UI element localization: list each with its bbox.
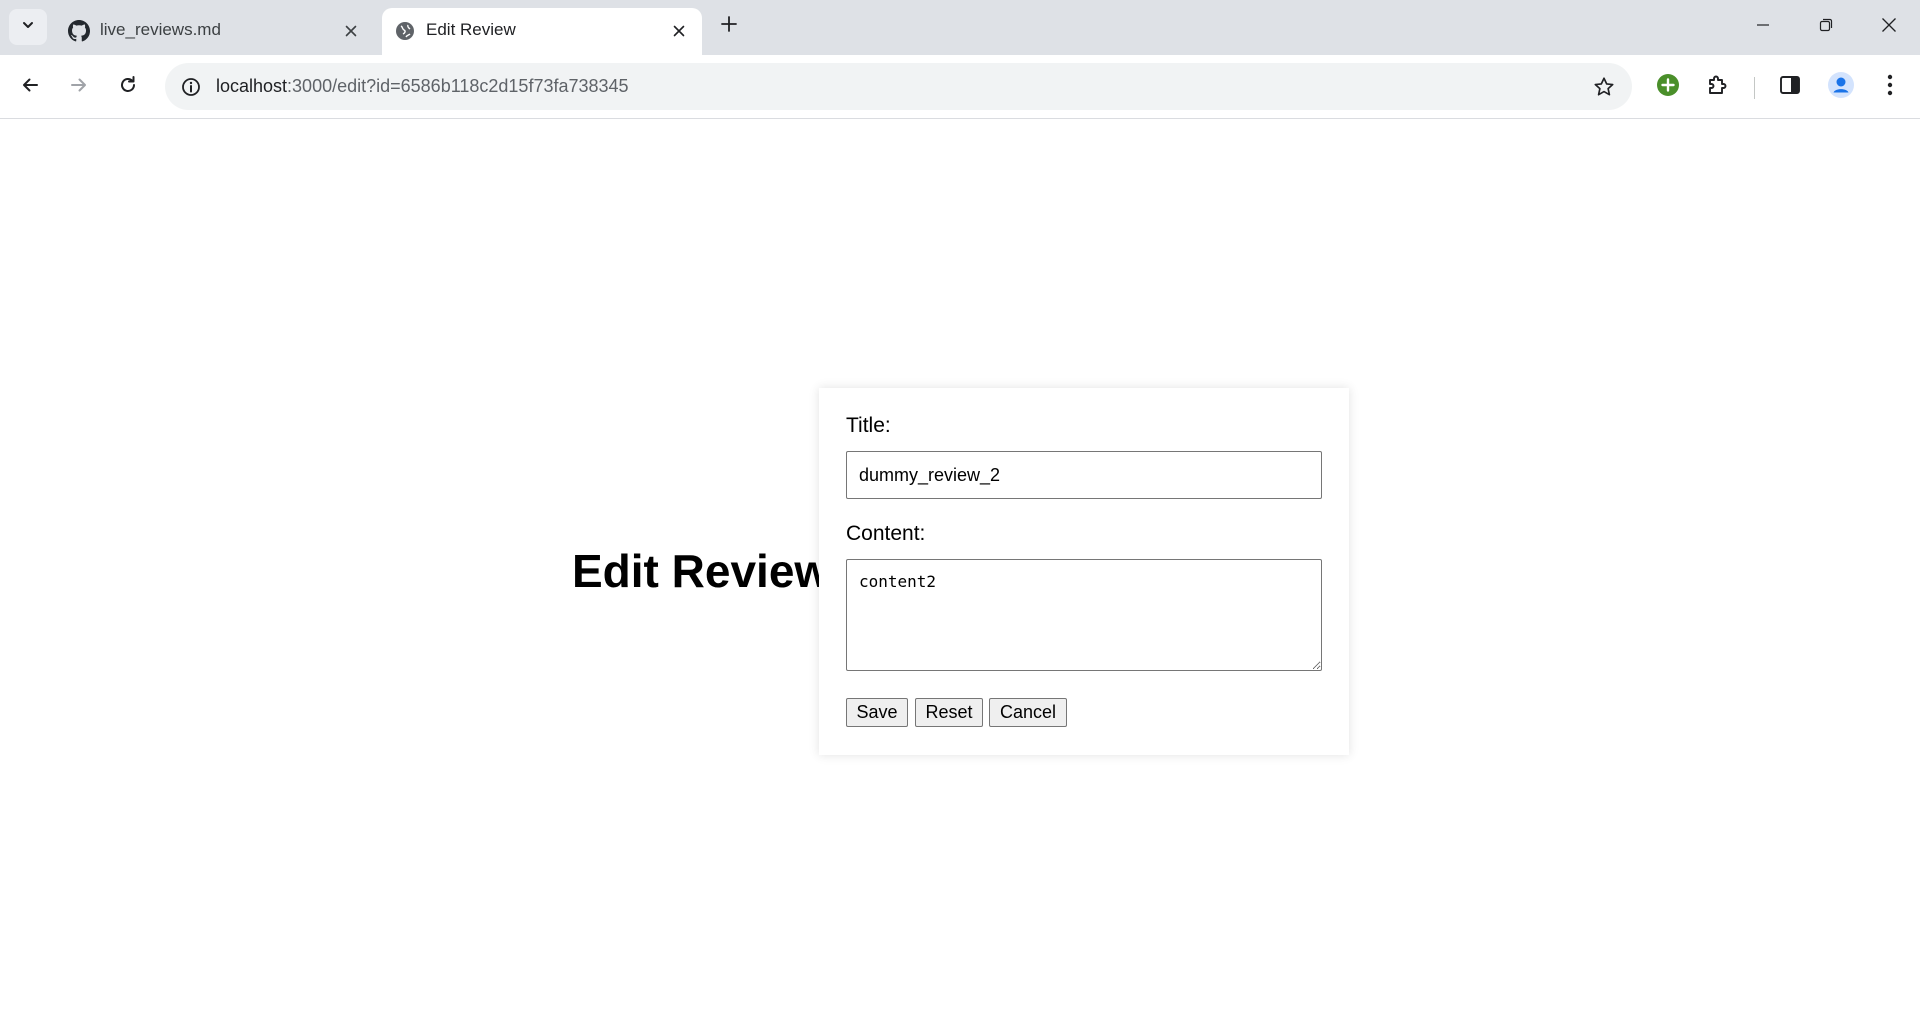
close-icon[interactable] [668, 20, 690, 42]
minimize-icon [1756, 18, 1770, 37]
restore-button[interactable] [1795, 0, 1857, 55]
bookmark-star-icon[interactable] [1590, 73, 1618, 101]
reset-button[interactable]: Reset [915, 698, 983, 727]
url-host: localhost [216, 76, 288, 96]
close-window-button[interactable] [1858, 0, 1920, 55]
cancel-button[interactable]: Cancel [989, 698, 1067, 727]
edit-review-form: Title: Content: content2 Save Reset Canc… [819, 388, 1349, 755]
chevron-down-icon [21, 18, 35, 37]
minimize-button[interactable] [1732, 0, 1794, 55]
url-text: localhost:3000/edit?id=6586b118c2d15f73f… [216, 76, 629, 97]
content-textarea[interactable]: content2 [846, 559, 1322, 671]
extension-add-button[interactable] [1650, 69, 1686, 105]
back-button[interactable] [12, 69, 48, 105]
new-tab-button[interactable] [714, 11, 744, 41]
arrow-left-icon [20, 75, 40, 100]
github-icon [68, 20, 90, 42]
add-circle-icon [1656, 73, 1680, 102]
tab-title: Edit Review [426, 20, 516, 39]
side-panel-icon [1779, 74, 1801, 101]
arrow-right-icon [69, 75, 89, 100]
menu-button[interactable] [1872, 69, 1908, 105]
browser-toolbar: localhost:3000/edit?id=6586b118c2d15f73f… [0, 55, 1920, 119]
address-bar[interactable]: localhost:3000/edit?id=6586b118c2d15f73f… [165, 63, 1632, 110]
title-input[interactable] [846, 451, 1322, 499]
avatar-icon [1827, 71, 1855, 104]
content-label: Content: [846, 522, 926, 545]
title-label: Title: [846, 414, 891, 437]
toolbar-divider [1754, 77, 1755, 99]
reload-button[interactable] [110, 69, 146, 105]
tab-strip: live_reviews.md Edit Review [0, 0, 1920, 55]
puzzle-icon [1706, 73, 1730, 102]
tab-edit-review[interactable]: Edit Review [382, 8, 702, 55]
tab-search-button[interactable] [9, 9, 47, 45]
page-title: Edit Review [572, 545, 831, 597]
more-vertical-icon [1887, 74, 1893, 101]
reload-icon [118, 75, 138, 100]
site-info-icon[interactable] [177, 73, 205, 101]
extensions-button[interactable] [1700, 69, 1736, 105]
close-icon[interactable] [340, 20, 362, 42]
plus-icon [721, 15, 737, 37]
url-path: :3000/edit?id=6586b118c2d15f73fa738345 [287, 76, 629, 96]
close-icon [1881, 17, 1897, 38]
restore-icon [1819, 18, 1833, 37]
side-panel-button[interactable] [1772, 69, 1808, 105]
tab-title: live_reviews.md [100, 20, 221, 39]
tab-live-reviews[interactable]: live_reviews.md [56, 8, 374, 55]
globe-icon [394, 20, 416, 42]
save-button[interactable]: Save [846, 698, 908, 727]
page-viewport: Edit Review Title: Content: content2 Sav… [0, 120, 1920, 1020]
profile-button[interactable] [1823, 69, 1859, 105]
forward-button[interactable] [61, 69, 97, 105]
